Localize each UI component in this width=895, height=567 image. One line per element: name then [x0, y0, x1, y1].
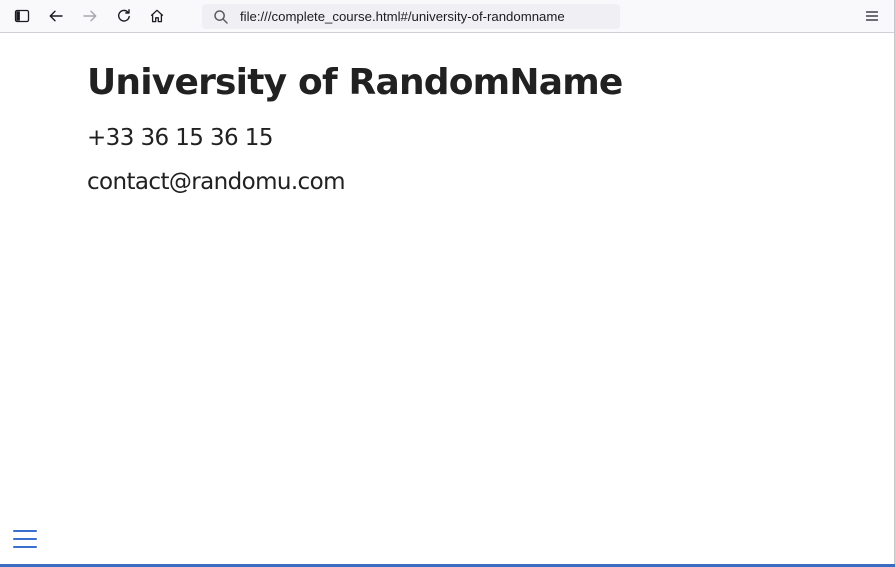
hamburger-line — [13, 538, 37, 540]
back-button[interactable] — [44, 5, 68, 27]
email-address: contact@randomu.com — [87, 169, 345, 195]
phone-number: +33 36 15 36 15 — [87, 125, 273, 151]
reload-button[interactable] — [112, 5, 136, 27]
sidebar-toggle-button[interactable] — [10, 5, 34, 27]
sidebar-toggle-icon — [14, 8, 30, 24]
reload-icon — [116, 8, 132, 24]
menu-icon — [864, 8, 880, 24]
arrow-left-icon — [48, 8, 64, 24]
url-input[interactable] — [240, 4, 612, 29]
app-menu-button[interactable] — [860, 5, 884, 27]
hamburger-line — [13, 546, 37, 548]
address-bar[interactable] — [202, 4, 620, 29]
page-title: University of RandomName — [87, 62, 623, 103]
search-icon — [213, 9, 229, 25]
browser-toolbar — [0, 0, 894, 33]
arrow-right-icon — [82, 8, 98, 24]
nav-menu-toggle[interactable] — [12, 527, 38, 551]
browser-window: University of RandomName +33 36 15 36 15… — [0, 0, 895, 567]
forward-button[interactable] — [78, 5, 102, 27]
home-icon — [149, 8, 165, 24]
home-button[interactable] — [145, 5, 169, 27]
hamburger-icon — [13, 530, 37, 532]
page-content: University of RandomName +33 36 15 36 15… — [0, 33, 894, 564]
